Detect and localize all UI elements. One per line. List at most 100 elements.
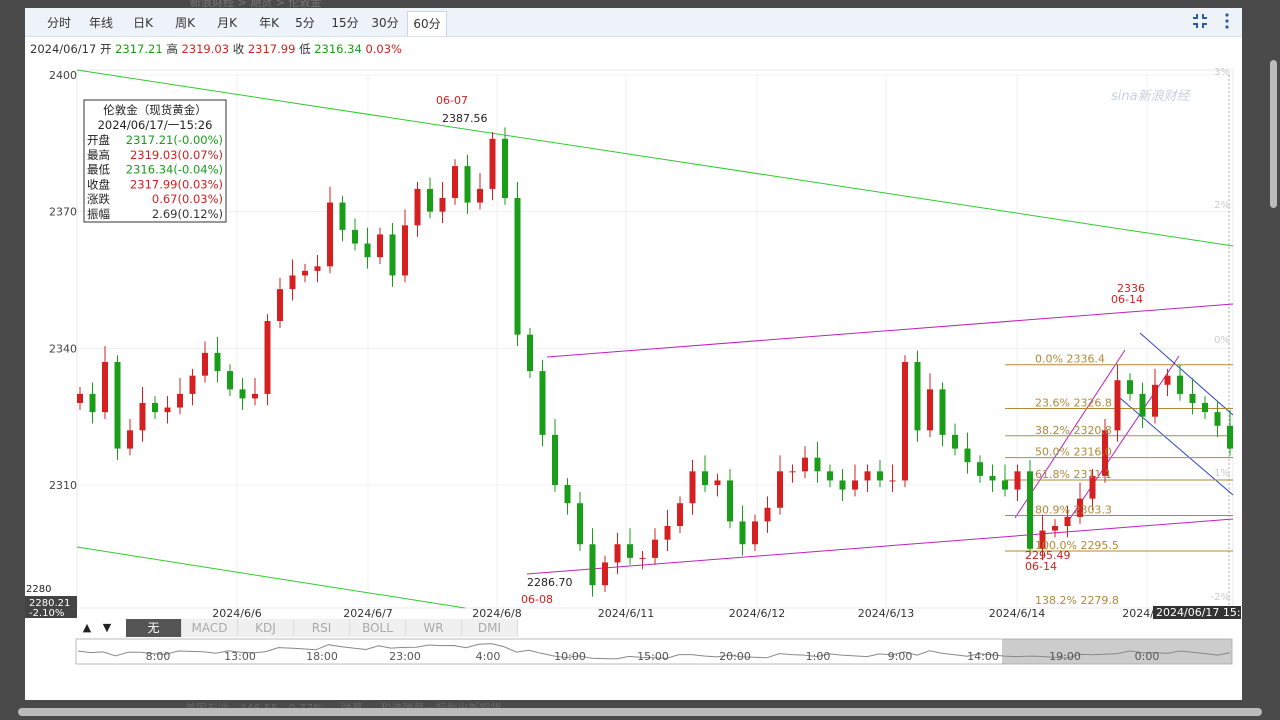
candle-body bbox=[439, 198, 446, 212]
candle-body bbox=[664, 526, 671, 540]
candle-body bbox=[314, 266, 321, 271]
candle-body bbox=[477, 188, 483, 203]
candle-body bbox=[1189, 393, 1196, 403]
vertical-scrollbar[interactable] bbox=[1270, 60, 1277, 208]
candle-body bbox=[777, 471, 783, 508]
right-pct-label: 1% bbox=[1214, 468, 1230, 479]
candle-body bbox=[289, 275, 296, 290]
fib-label: 138.2% 2279.8 bbox=[1035, 594, 1119, 607]
candle-body bbox=[139, 403, 146, 431]
candle-body bbox=[327, 202, 333, 267]
candlestick-chart[interactable]: 2310234023702400 3%2%0%1%-2%2024/6/6 2024/… bbox=[25, 8, 1242, 700]
indicator-wr[interactable]: WR bbox=[406, 619, 462, 637]
candle-body bbox=[639, 557, 646, 559]
candle-body bbox=[827, 471, 833, 481]
candle-body bbox=[764, 507, 771, 522]
candle-body bbox=[389, 234, 396, 276]
candle-body bbox=[1164, 375, 1171, 385]
navigator-time-label: 4:00 bbox=[476, 650, 501, 663]
candle-body bbox=[889, 480, 896, 482]
right-pct-label: -2% bbox=[1211, 592, 1230, 603]
candle-body bbox=[1177, 375, 1183, 394]
trend-line-upper bbox=[76, 69, 1234, 247]
tooltip-row-value: 0.67(0.03%) bbox=[152, 192, 223, 206]
candle-body bbox=[227, 371, 233, 390]
candle-body bbox=[1214, 412, 1221, 426]
navigator-time-label: 23:00 bbox=[389, 650, 421, 663]
navigator-time-label: 15:00 bbox=[637, 650, 669, 663]
candle-body bbox=[927, 389, 933, 431]
candle-body bbox=[789, 471, 796, 473]
candle-body bbox=[239, 389, 246, 399]
candle-body bbox=[577, 503, 583, 545]
candle-body bbox=[489, 138, 496, 189]
plot-frame bbox=[76, 69, 1234, 609]
candle-body bbox=[914, 362, 921, 431]
fib-label: 80.9% 2303.3 bbox=[1035, 504, 1112, 517]
candle-body bbox=[689, 471, 696, 504]
candle-body bbox=[427, 188, 433, 212]
tooltip-time: 2024/06/17/一15:26 bbox=[98, 118, 213, 132]
trend-lines bbox=[76, 69, 1234, 609]
fib-label: 50.0% 2316.0 bbox=[1035, 446, 1112, 459]
fib-label: 38.2% 2320.8 bbox=[1035, 424, 1112, 437]
indicator-rsi[interactable]: RSI bbox=[294, 619, 350, 637]
candle-body bbox=[589, 544, 596, 586]
candle-body bbox=[1052, 526, 1058, 531]
y-bottom-label: 2280 bbox=[26, 584, 51, 595]
fib-label: 0.0% 2336.4 bbox=[1035, 353, 1105, 366]
navigator-time-label: 19:00 bbox=[1049, 650, 1081, 663]
right-pct-label: 0% bbox=[1214, 335, 1230, 346]
ohlc-tooltip: 伦敦金（现货黄金） 2024/06/17/一15:26 开盘 2317.21(-0… bbox=[83, 99, 227, 223]
candle-body bbox=[464, 166, 471, 203]
candle-body bbox=[702, 471, 708, 485]
candle-body bbox=[364, 243, 371, 258]
candle-body bbox=[1002, 480, 1008, 490]
candle-body bbox=[627, 544, 633, 558]
candle-body bbox=[802, 457, 808, 472]
tooltip-row-label: 收盘 bbox=[87, 177, 110, 191]
indicator-boll[interactable]: BOLL bbox=[350, 619, 406, 637]
tooltip-row-value: 2317.99(0.03%) bbox=[130, 177, 223, 191]
candle-body bbox=[514, 198, 521, 335]
candle-body bbox=[614, 544, 621, 563]
candle-body bbox=[114, 362, 121, 449]
navigator-time-label: 8:00 bbox=[146, 650, 171, 663]
candle-body bbox=[1227, 425, 1233, 449]
tooltip-row-label: 最高 bbox=[87, 148, 110, 162]
candle-body bbox=[214, 352, 221, 372]
candle-body bbox=[264, 321, 271, 394]
navigator-time-label: 18:00 bbox=[306, 650, 338, 663]
candle-body bbox=[177, 393, 183, 408]
tooltip-row-label: 涨跌 bbox=[87, 192, 110, 206]
chart-annotation: 2387.56 bbox=[442, 112, 488, 125]
candle-body bbox=[1139, 393, 1146, 417]
navigator-time-label: 1:00 bbox=[806, 650, 831, 663]
navigator-time-label: 20:00 bbox=[719, 650, 751, 663]
tooltip-row-label: 开盘 bbox=[87, 133, 110, 147]
candle-body bbox=[752, 521, 758, 545]
indicator-macd[interactable]: MACD bbox=[182, 619, 238, 637]
indicator-kdj[interactable]: KDJ bbox=[238, 619, 294, 637]
chart-annotation: 06-14 bbox=[1111, 293, 1143, 306]
candle-body bbox=[964, 448, 971, 463]
candle-body bbox=[539, 371, 546, 435]
time-navigator[interactable]: 8:00 13:00 18:00 23:00 4:00 10:00 15:00 20:00 1:… bbox=[25, 638, 1242, 668]
indicator-bar: ▲ ▼ 无 MACD KDJ RSI BOLL WR DMI bbox=[25, 619, 1242, 639]
candle-body bbox=[377, 234, 383, 258]
tooltip-row-label: 最低 bbox=[87, 163, 110, 177]
tooltip-title: 伦敦金（现货黄金） bbox=[103, 103, 207, 117]
chart-annotation: 06-14 bbox=[1025, 560, 1057, 573]
horizontal-scrollbar[interactable] bbox=[18, 708, 1262, 716]
cursor-pct: -2.10% bbox=[29, 608, 64, 619]
candle-body bbox=[152, 403, 158, 413]
scroll-up-button[interactable]: ▲ bbox=[77, 619, 97, 637]
scroll-down-button[interactable]: ▼ bbox=[97, 619, 117, 637]
candle-body bbox=[1114, 380, 1121, 431]
cursor-time: 2024/06/17 15:26 bbox=[1156, 606, 1242, 619]
navigator-time-label: 0:00 bbox=[1135, 650, 1160, 663]
tooltip-row-value: 2316.34(-0.04%) bbox=[126, 163, 223, 177]
indicator-dmi[interactable]: DMI bbox=[462, 619, 518, 637]
candle-body bbox=[189, 375, 196, 394]
indicator-none[interactable]: 无 bbox=[126, 619, 182, 637]
